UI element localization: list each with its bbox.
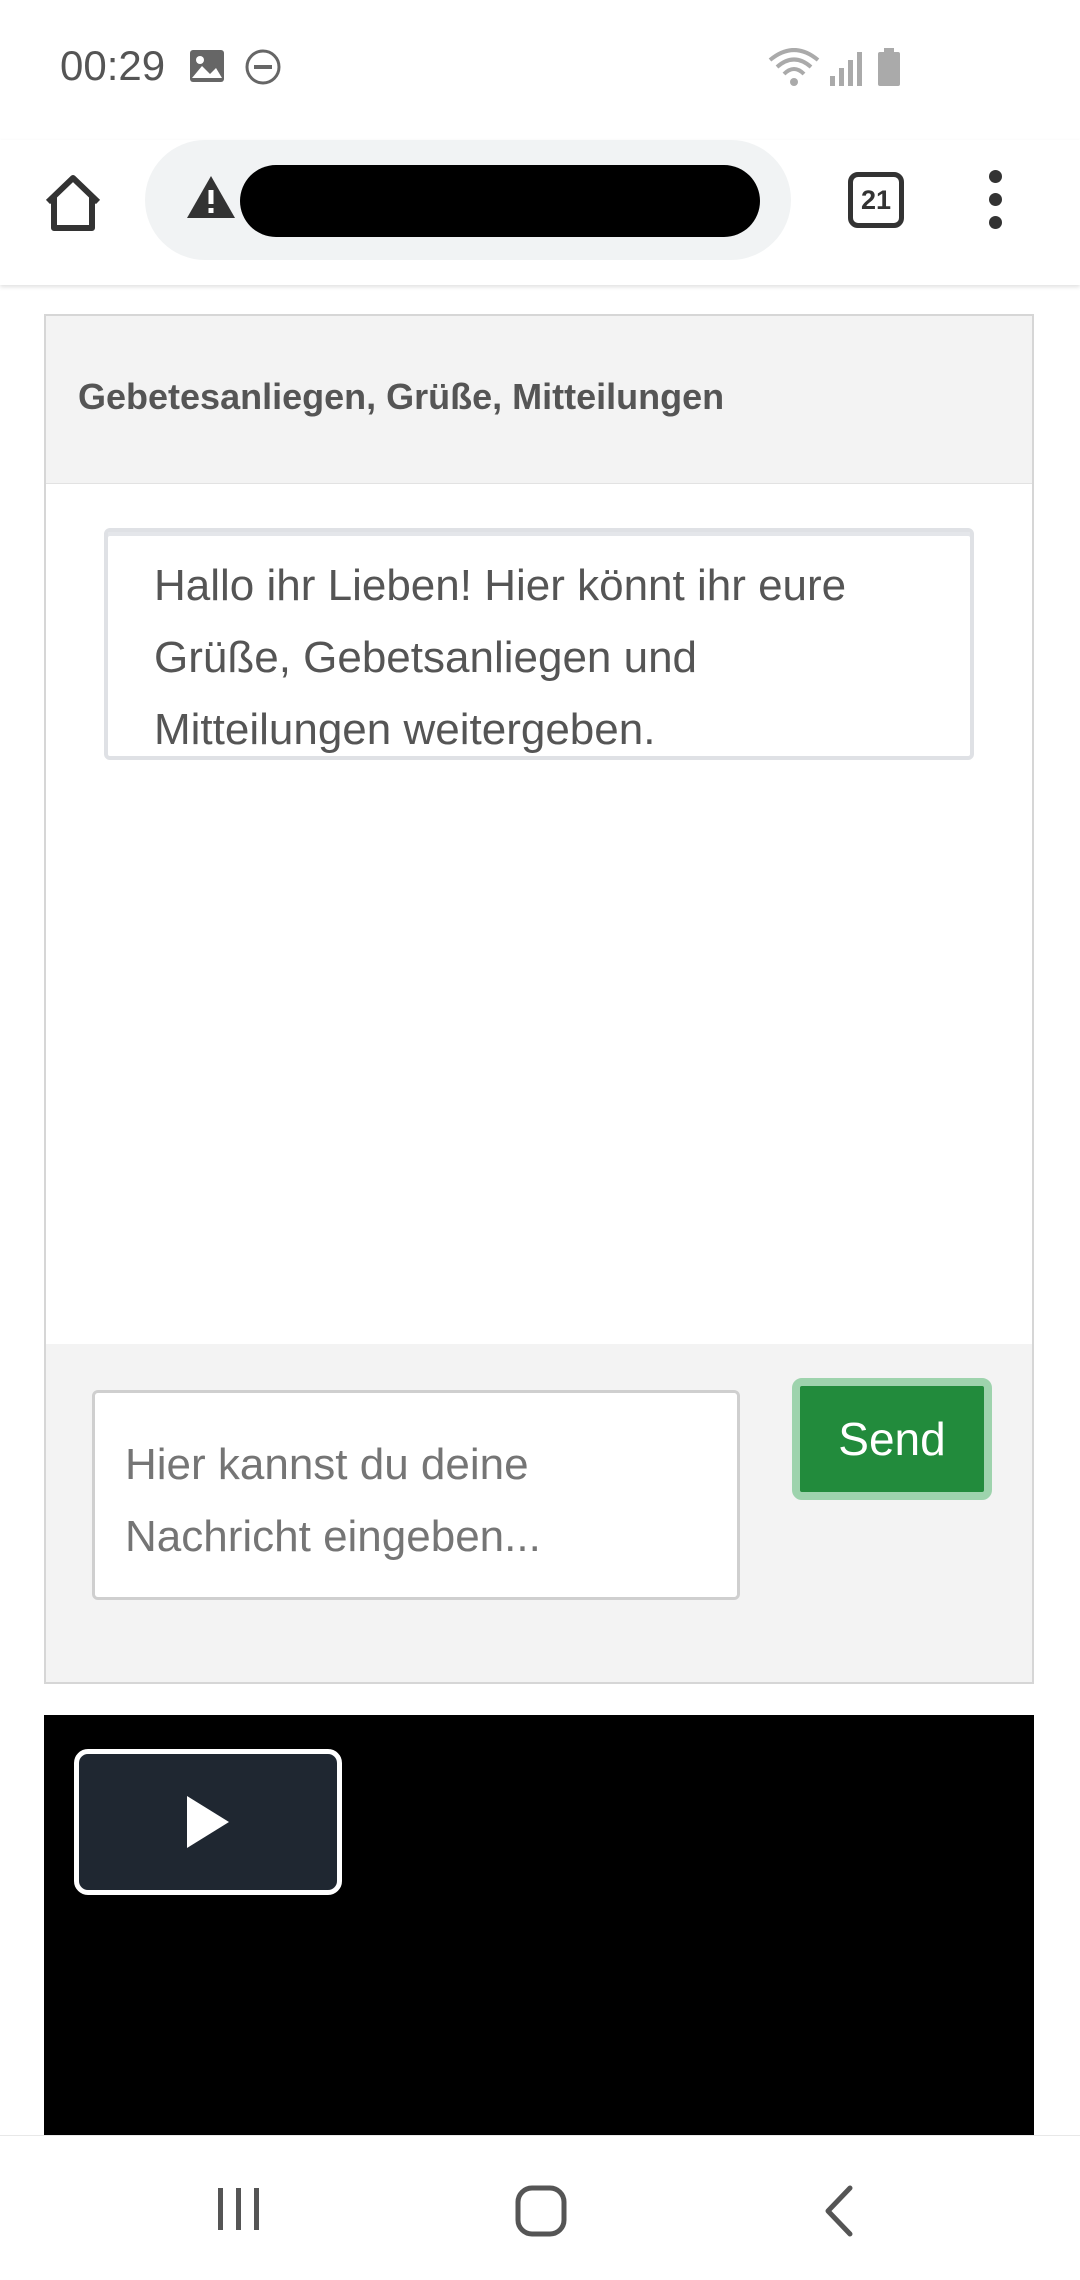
url-redacted: [240, 165, 760, 237]
recent-apps-icon[interactable]: [214, 2184, 264, 2239]
video-player[interactable]: [44, 1715, 1034, 2135]
chat-header: Gebetesanliegen, Grüße, Mitteilungen: [46, 316, 1032, 484]
home-nav-icon[interactable]: [514, 2184, 568, 2243]
wifi-icon: [768, 48, 820, 93]
play-button[interactable]: [74, 1749, 342, 1895]
message-list[interactable]: Hallo ihr Lieben! Hier könnt ihr eure Gr…: [46, 484, 1032, 1344]
play-icon: [187, 1796, 229, 1848]
back-icon[interactable]: [820, 2184, 860, 2243]
warning-icon[interactable]: [185, 174, 237, 225]
more-vert-icon[interactable]: [980, 170, 1010, 230]
status-bar: 00:29: [0, 0, 1080, 140]
signal-icon: [828, 48, 864, 93]
status-time: 00:29: [60, 42, 166, 89]
send-button[interactable]: Send: [792, 1378, 992, 1500]
browser-toolbar: 21: [0, 140, 1080, 285]
image-icon: [188, 48, 226, 89]
message-item: Hallo ihr Lieben! Hier könnt ihr eure Gr…: [104, 528, 974, 760]
chat-footer: Send: [46, 1344, 1032, 1682]
chat-title: Gebetesanliegen, Grüße, Mitteilungen: [78, 376, 725, 417]
dnd-icon: [244, 48, 282, 91]
system-nav-bar: [0, 2135, 1080, 2280]
battery-icon: [876, 48, 902, 93]
message-input[interactable]: [92, 1390, 740, 1600]
address-bar[interactable]: [145, 140, 791, 260]
home-icon[interactable]: [40, 170, 106, 236]
chat-widget: Gebetesanliegen, Grüße, Mitteilungen Hal…: [44, 314, 1034, 1684]
tabs-icon[interactable]: 21: [848, 172, 904, 228]
